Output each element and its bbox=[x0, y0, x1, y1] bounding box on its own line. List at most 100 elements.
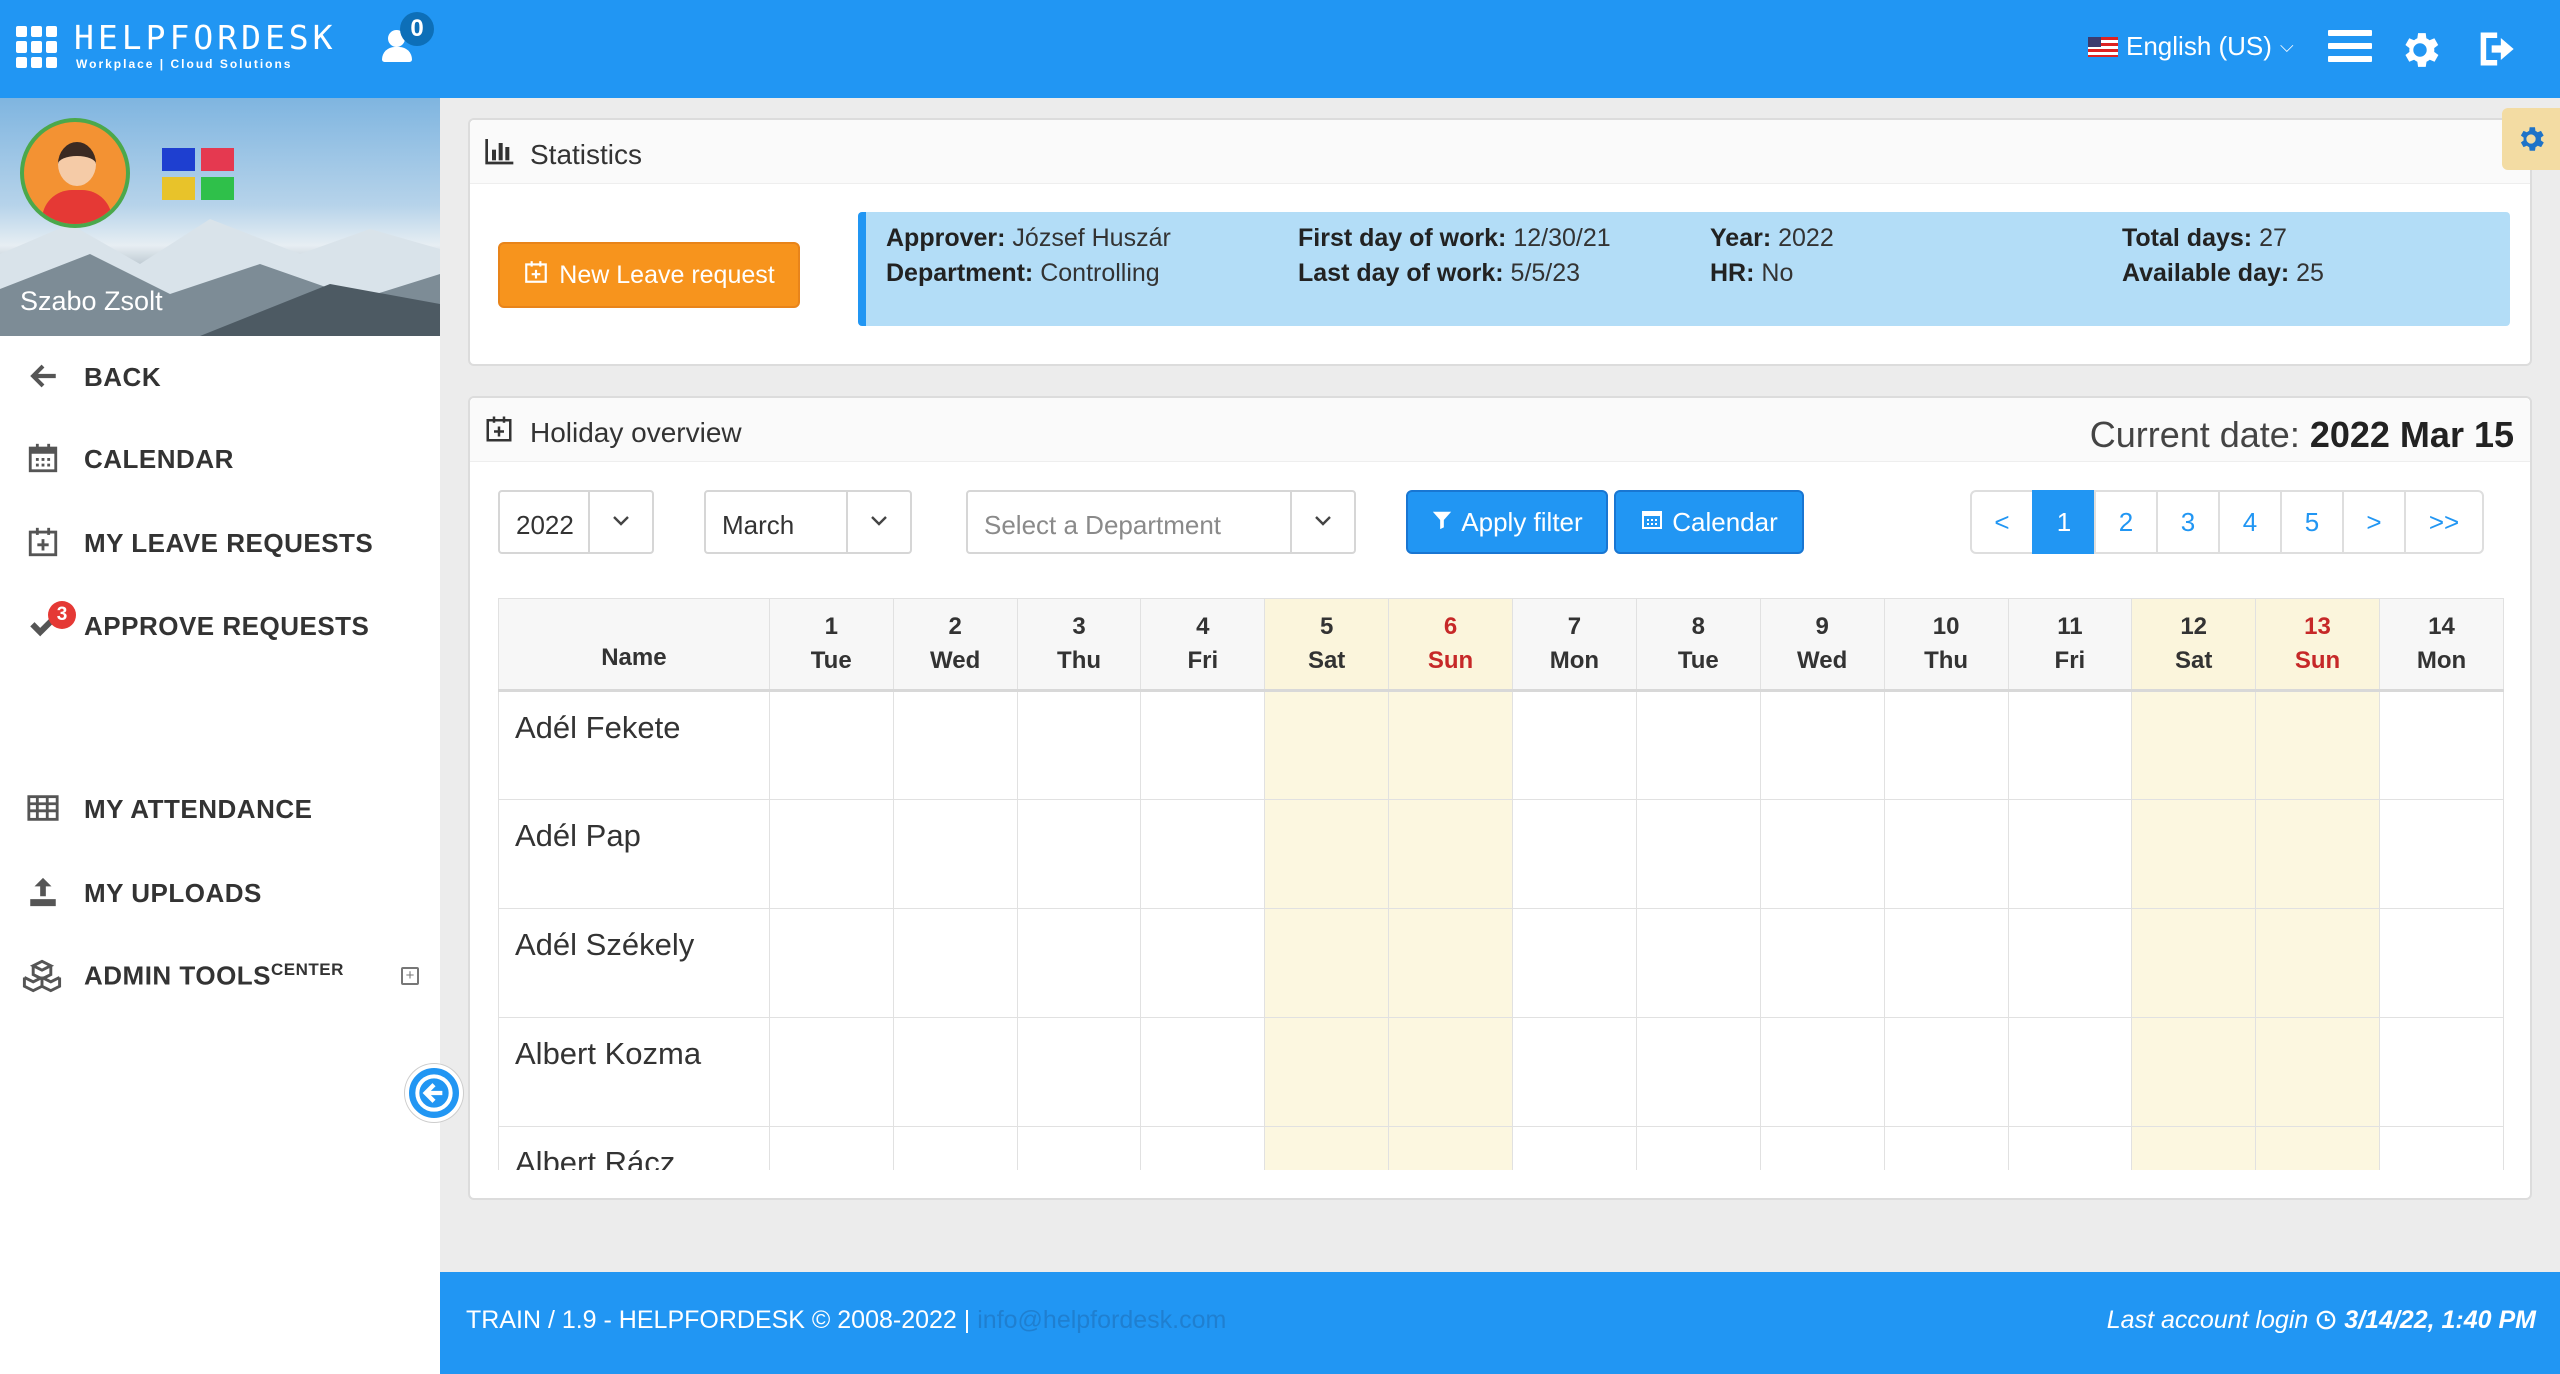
day-cell[interactable] bbox=[768, 908, 894, 1018]
day-cell[interactable] bbox=[2131, 1017, 2257, 1127]
day-cell[interactable] bbox=[1016, 799, 1142, 909]
day-cell[interactable] bbox=[1759, 690, 1885, 800]
page-link[interactable]: 2 bbox=[2094, 490, 2158, 554]
day-cell[interactable] bbox=[1016, 908, 1142, 1018]
department-select[interactable]: Select a Department bbox=[966, 490, 1356, 554]
day-cell[interactable] bbox=[2255, 799, 2380, 909]
notification-badge[interactable]: 0 bbox=[400, 12, 434, 46]
apps-grid-icon[interactable] bbox=[16, 26, 58, 68]
page-link[interactable]: >> bbox=[2404, 490, 2484, 554]
day-cell[interactable] bbox=[892, 799, 1018, 909]
page-link[interactable]: 1 bbox=[2032, 490, 2096, 554]
sidebar-item-admin-tools[interactable]: ADMIN TOOLSCENTER + bbox=[0, 951, 440, 1001]
day-cell[interactable] bbox=[2131, 908, 2257, 1018]
day-cell[interactable] bbox=[1388, 1126, 1513, 1170]
day-cell[interactable] bbox=[2007, 1126, 2133, 1170]
day-cell[interactable] bbox=[892, 690, 1018, 800]
day-cell[interactable] bbox=[1883, 1017, 2009, 1127]
day-cell[interactable] bbox=[2131, 1126, 2257, 1170]
day-cell[interactable] bbox=[1388, 1017, 1513, 1127]
day-cell[interactable] bbox=[768, 1017, 894, 1127]
gear-icon[interactable] bbox=[2397, 27, 2443, 78]
day-cell[interactable] bbox=[2255, 1017, 2380, 1127]
day-cell[interactable] bbox=[1511, 799, 1637, 909]
day-cell[interactable] bbox=[2378, 1126, 2504, 1170]
day-cell[interactable] bbox=[2007, 690, 2133, 800]
day-cell[interactable] bbox=[1635, 690, 1761, 800]
day-cell[interactable] bbox=[1264, 1017, 1390, 1127]
day-cell[interactable] bbox=[2378, 799, 2504, 909]
day-cell[interactable] bbox=[1883, 908, 2009, 1018]
day-cell[interactable] bbox=[1016, 690, 1142, 800]
day-cell[interactable] bbox=[1511, 1017, 1637, 1127]
day-cell[interactable] bbox=[2255, 1126, 2380, 1170]
day-cell[interactable] bbox=[1264, 799, 1390, 909]
day-cell[interactable] bbox=[1388, 908, 1513, 1018]
day-cell[interactable] bbox=[1635, 1017, 1761, 1127]
day-cell[interactable] bbox=[1140, 799, 1266, 909]
sidebar-item-back[interactable]: BACK bbox=[0, 352, 440, 402]
sidebar-item-my-attendance[interactable]: MY ATTENDANCE bbox=[0, 784, 440, 834]
day-cell[interactable] bbox=[2378, 690, 2504, 800]
day-cell[interactable] bbox=[1883, 799, 2009, 909]
day-cell[interactable] bbox=[1140, 1017, 1266, 1127]
day-cell[interactable] bbox=[1511, 908, 1637, 1018]
day-cell[interactable] bbox=[1264, 1126, 1390, 1170]
day-cell[interactable] bbox=[2378, 908, 2504, 1018]
day-cell[interactable] bbox=[768, 1126, 894, 1170]
day-cell[interactable] bbox=[1759, 1126, 1885, 1170]
footer-email-link[interactable]: info@helpfordesk.com bbox=[977, 1306, 1226, 1334]
settings-corner-button[interactable] bbox=[2502, 108, 2560, 170]
day-cell[interactable] bbox=[1759, 908, 1885, 1018]
day-cell[interactable] bbox=[1511, 1126, 1637, 1170]
language-selector[interactable]: English (US) ⌵ bbox=[2088, 31, 2294, 62]
day-cell[interactable] bbox=[1635, 908, 1761, 1018]
day-cell[interactable] bbox=[1264, 690, 1390, 800]
apply-filter-button[interactable]: Apply filter bbox=[1406, 490, 1608, 554]
day-cell[interactable] bbox=[1016, 1126, 1142, 1170]
page-link[interactable]: > bbox=[2342, 490, 2406, 554]
year-select[interactable]: 2022 bbox=[498, 490, 654, 554]
menu-icon[interactable] bbox=[2328, 30, 2372, 68]
day-cell[interactable] bbox=[2007, 799, 2133, 909]
day-cell[interactable] bbox=[892, 1017, 1018, 1127]
day-cell[interactable] bbox=[1140, 908, 1266, 1018]
month-select[interactable]: March bbox=[704, 490, 912, 554]
page-link[interactable]: 4 bbox=[2218, 490, 2282, 554]
day-cell[interactable] bbox=[1388, 799, 1513, 909]
day-cell[interactable] bbox=[1140, 690, 1266, 800]
day-cell[interactable] bbox=[1759, 1017, 1885, 1127]
collapse-sidebar-button[interactable] bbox=[405, 1064, 463, 1122]
day-cell[interactable] bbox=[2131, 799, 2257, 909]
sidebar-item-my-leave-requests[interactable]: MY LEAVE REQUESTS bbox=[0, 518, 440, 568]
day-cell[interactable] bbox=[1883, 1126, 2009, 1170]
new-leave-request-button[interactable]: New Leave request bbox=[498, 242, 800, 308]
day-cell[interactable] bbox=[1016, 1017, 1142, 1127]
expand-plus-icon[interactable]: + bbox=[401, 967, 419, 985]
sidebar-item-my-uploads[interactable]: MY UPLOADS bbox=[0, 868, 440, 918]
day-cell[interactable] bbox=[1388, 690, 1513, 800]
day-cell[interactable] bbox=[2007, 908, 2133, 1018]
logout-icon[interactable] bbox=[2475, 27, 2523, 76]
day-cell[interactable] bbox=[2255, 908, 2380, 1018]
day-cell[interactable] bbox=[2131, 690, 2257, 800]
day-cell[interactable] bbox=[1759, 799, 1885, 909]
day-cell[interactable] bbox=[2007, 1017, 2133, 1127]
page-link[interactable]: 3 bbox=[2156, 490, 2220, 554]
avatar[interactable] bbox=[20, 118, 130, 228]
day-cell[interactable] bbox=[892, 1126, 1018, 1170]
day-cell[interactable] bbox=[768, 799, 894, 909]
day-cell[interactable] bbox=[892, 908, 1018, 1018]
day-cell[interactable] bbox=[1264, 908, 1390, 1018]
day-cell[interactable] bbox=[1140, 1126, 1266, 1170]
day-cell[interactable] bbox=[2378, 1017, 2504, 1127]
sidebar-item-calendar[interactable]: CALENDAR bbox=[0, 434, 440, 484]
page-link[interactable]: < bbox=[1970, 490, 2034, 554]
day-cell[interactable] bbox=[1635, 799, 1761, 909]
day-cell[interactable] bbox=[1511, 690, 1637, 800]
sidebar-item-approve-requests[interactable]: 3 APPROVE REQUESTS bbox=[0, 601, 440, 651]
day-cell[interactable] bbox=[1635, 1126, 1761, 1170]
day-cell[interactable] bbox=[768, 690, 894, 800]
day-cell[interactable] bbox=[1883, 690, 2009, 800]
day-cell[interactable] bbox=[2255, 690, 2380, 800]
